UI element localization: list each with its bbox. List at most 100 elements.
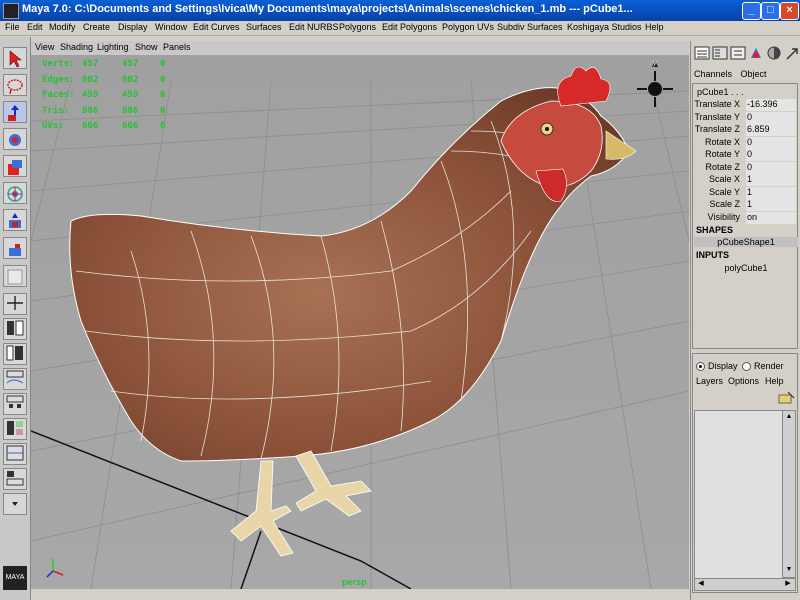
last-tool-button[interactable] <box>3 265 27 287</box>
window-title: Maya 7.0: C:\Documents and Settings\Ivic… <box>22 3 633 15</box>
layout-outliner-icon <box>6 345 23 361</box>
layer-menu-layers[interactable]: Layers <box>696 376 723 386</box>
selected-object-name[interactable]: pCube1 . . . <box>697 87 744 97</box>
new-layer-icon[interactable] <box>778 390 796 406</box>
show-manip-icon <box>9 244 21 256</box>
menu-edit-nurbs[interactable]: Edit NURBS <box>289 22 339 32</box>
attr-rotate-x[interactable]: Rotate X0 <box>694 136 798 149</box>
scale-tool-button[interactable] <box>3 155 27 177</box>
menu-subdiv-surfaces[interactable]: Subdiv Surfaces <box>497 22 563 32</box>
layout-quad-icon <box>7 296 23 310</box>
render-radio[interactable]: Render <box>742 361 784 372</box>
attr-translate-y[interactable]: Translate Y0 <box>694 111 798 124</box>
maximize-button[interactable]: □ <box>761 2 780 20</box>
rotate-icon <box>9 134 21 146</box>
attribute-editor-icon[interactable] <box>712 45 728 61</box>
layer-list[interactable] <box>694 410 784 580</box>
dropdown-arrow-icon <box>12 502 18 506</box>
menu-edit-curves[interactable]: Edit Curves <box>193 22 240 32</box>
svg-text:y: y <box>653 60 657 67</box>
layout-custom-icon <box>6 471 24 486</box>
vp-menu-view[interactable]: View <box>35 42 54 52</box>
soft-mod-tool-button[interactable] <box>3 209 27 231</box>
scroll-left-icon[interactable]: ◀ <box>696 579 706 589</box>
layout-split-icon <box>7 320 24 336</box>
vp-menu-lighting[interactable]: Lighting <box>97 42 129 52</box>
vp-menu-show[interactable]: Show <box>135 42 158 52</box>
persp-graph-layout-button[interactable] <box>3 368 27 390</box>
persp-trax-layout-button[interactable] <box>3 418 27 440</box>
move-tool-button[interactable] <box>3 101 27 123</box>
persp-outliner-layout-button[interactable] <box>3 343 27 365</box>
rotate-tool-button[interactable] <box>3 128 27 150</box>
channel-box-icon[interactable] <box>694 45 710 61</box>
menu-edit-polygons[interactable]: Edit Polygons <box>382 22 437 32</box>
attr-scale-x[interactable]: Scale X1 <box>694 174 798 186</box>
pointer-arrow-icon[interactable] <box>784 45 800 61</box>
four-view-layout-button[interactable] <box>3 318 27 340</box>
layer-menu-options[interactable]: Options <box>728 376 759 386</box>
menu-display[interactable]: Display <box>118 22 148 32</box>
minimize-button[interactable]: _ <box>742 2 761 20</box>
move-icon <box>8 105 19 121</box>
custom-layout-button[interactable] <box>3 468 27 490</box>
input-node[interactable]: polyCube1 <box>694 263 798 273</box>
layer-menu-help[interactable]: Help <box>765 376 784 386</box>
menu-window[interactable]: Window <box>155 22 187 32</box>
hypershade-layout-button[interactable] <box>3 393 27 415</box>
menu-file[interactable]: File <box>5 22 20 32</box>
menu-help[interactable]: Help <box>645 22 664 32</box>
layout-uv-icon <box>6 445 24 461</box>
blank-tool-icon <box>7 269 23 285</box>
close-button[interactable]: × <box>780 2 799 20</box>
maya-app-icon[interactable] <box>3 3 19 19</box>
attr-visibility[interactable]: Visibility on <box>694 211 798 224</box>
attr-translate-z[interactable]: Translate Z 6.859 <box>694 124 798 136</box>
shape-node[interactable]: pCubeShape1 <box>694 237 798 247</box>
paint-tool-icon[interactable] <box>748 45 764 61</box>
scroll-up-icon[interactable]: ▲ <box>784 412 794 422</box>
radio-unselected-icon <box>742 362 751 372</box>
universal-manipulator-button[interactable] <box>3 182 27 204</box>
lasso-tool-button[interactable] <box>3 74 27 96</box>
maya-logo: MAYA <box>3 566 27 590</box>
tab-channels[interactable]: Channels <box>694 69 732 79</box>
menu-koshigaya-studios[interactable]: Koshigaya Studios <box>567 22 642 32</box>
layout-hypershade-icon <box>6 395 24 408</box>
panel-icon-bar <box>692 45 798 63</box>
attr-rotate-z[interactable]: Rotate Z0 <box>694 161 798 174</box>
attr-rotate-y[interactable]: Rotate Y0 <box>694 149 798 161</box>
shading-sphere-icon[interactable] <box>766 45 782 61</box>
title-bar: Maya 7.0: C:\Documents and Settings\Ivic… <box>0 0 800 21</box>
channel-box-tabs: Channels Object <box>694 69 767 79</box>
menu-edit[interactable]: Edit <box>27 22 43 32</box>
menu-polygon-uvs[interactable]: Polygon UVs <box>442 22 494 32</box>
tab-object[interactable]: Object <box>741 69 767 79</box>
show-manipulator-button[interactable] <box>3 237 27 259</box>
menu-modify[interactable]: Modify <box>49 22 76 32</box>
tool-settings-icon[interactable] <box>730 45 746 61</box>
menu-surfaces[interactable]: Surfaces <box>246 22 282 32</box>
persp-uv-layout-button[interactable] <box>3 443 27 465</box>
layer-list-vertical-scrollbar[interactable]: ▲ ▼ <box>782 410 796 578</box>
layer-list-horizontal-scrollbar[interactable]: ◀ ▶ <box>694 578 796 591</box>
select-tool-button[interactable] <box>3 47 27 69</box>
manipulator-icon <box>7 186 23 202</box>
vp-menu-panels[interactable]: Panels <box>163 42 191 52</box>
soft-mod-icon <box>9 213 21 228</box>
attr-scale-z[interactable]: Scale Z1 <box>694 199 798 211</box>
scale-icon <box>8 160 22 175</box>
display-radio[interactable]: Display <box>696 361 738 372</box>
layout-dropdown-button[interactable] <box>3 493 27 515</box>
inputs-header: INPUTS <box>696 250 730 260</box>
single-perspective-layout-button[interactable] <box>3 293 27 315</box>
scroll-right-icon[interactable]: ▶ <box>783 579 793 589</box>
radio-selected-icon <box>696 362 705 372</box>
scroll-down-icon[interactable]: ▼ <box>784 565 794 575</box>
arrow-select-icon <box>9 50 22 68</box>
attr-scale-y[interactable]: Scale Y1 <box>694 186 798 199</box>
attr-translate-x[interactable]: Translate X -16.396 <box>694 99 798 111</box>
menu-polygons[interactable]: Polygons <box>339 22 376 32</box>
menu-create[interactable]: Create <box>83 22 110 32</box>
vp-menu-shading[interactable]: Shading <box>60 42 93 52</box>
